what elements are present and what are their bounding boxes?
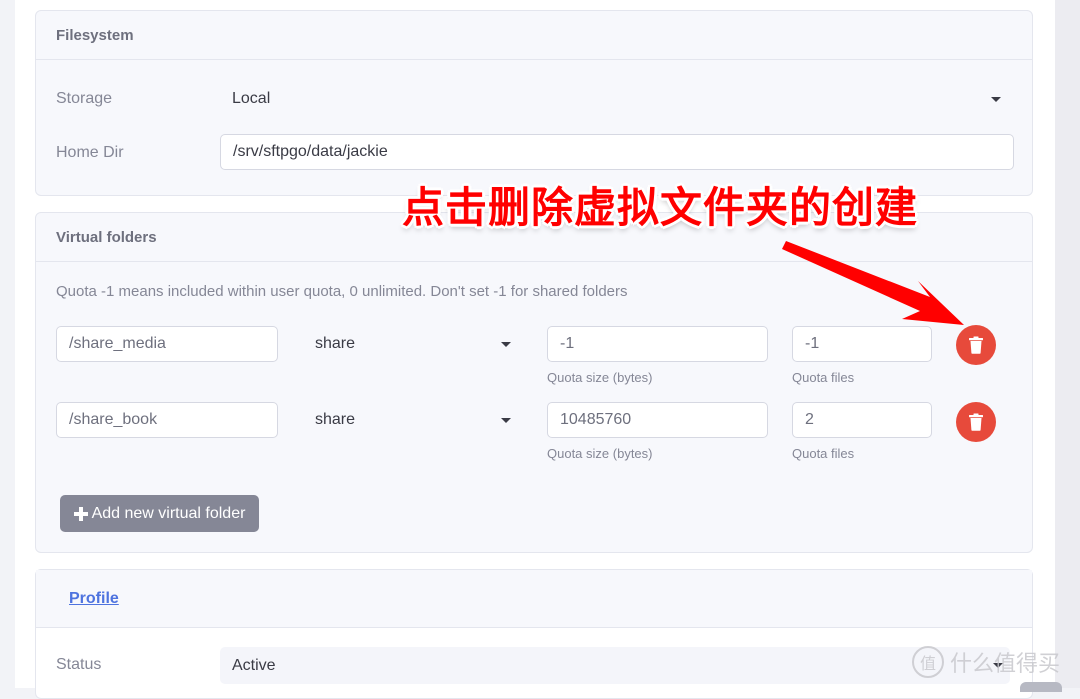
- quota-help-text: Quota -1 means included within user quot…: [56, 283, 628, 300]
- storage-select-value: Local: [232, 90, 271, 107]
- add-virtual-folder-button[interactable]: Add new virtual folder: [60, 495, 259, 532]
- quota-files-value: 2: [805, 411, 814, 428]
- watermark: 值 什么值得买: [912, 646, 1060, 678]
- home-dir-input[interactable]: /srv/sftpgo/data/jackie: [220, 134, 1014, 170]
- virtual-path-input[interactable]: /share_media: [56, 326, 278, 362]
- status-select[interactable]: Active: [220, 647, 1010, 684]
- quota-size-input[interactable]: 10485760: [547, 402, 768, 438]
- folder-select[interactable]: share: [302, 326, 522, 362]
- status-label: Status: [56, 656, 102, 673]
- quota-files-help: Quota files: [792, 370, 855, 385]
- filesystem-card: Filesystem Storage Local Home Dir /srv/s…: [35, 10, 1033, 196]
- scroll-to-top-button[interactable]: [1020, 682, 1062, 692]
- virtual-path-value: /share_media: [69, 335, 166, 352]
- quota-size-value: 10485760: [560, 411, 632, 428]
- quota-size-help: Quota size (bytes): [547, 446, 653, 461]
- profile-link[interactable]: Profile: [69, 590, 119, 608]
- virtual-folders-title: Virtual folders: [56, 228, 157, 246]
- delete-virtual-folder-button[interactable]: [956, 402, 996, 442]
- storage-select[interactable]: Local: [220, 81, 1010, 117]
- quota-size-value: -1: [560, 335, 575, 352]
- virtual-path-value: /share_book: [69, 411, 158, 428]
- home-dir-value: /srv/sftpgo/data/jackie: [233, 143, 388, 160]
- filesystem-card-header: Filesystem: [36, 11, 1032, 60]
- watermark-badge: 值: [912, 646, 944, 678]
- folder-select[interactable]: share: [302, 402, 522, 438]
- trash-icon: [969, 413, 983, 431]
- storage-label: Storage: [56, 90, 113, 107]
- quota-size-input[interactable]: -1: [547, 326, 768, 362]
- add-virtual-folder-label: Add new virtual folder: [91, 504, 246, 522]
- status-select-value: Active: [232, 656, 276, 674]
- quota-files-input[interactable]: 2: [792, 402, 932, 438]
- filesystem-title: Filesystem: [56, 26, 134, 44]
- virtual-path-input[interactable]: /share_book: [56, 402, 278, 438]
- watermark-text: 什么值得买: [950, 652, 1061, 677]
- annotation-arrow-icon: [782, 241, 964, 325]
- annotation-caption: 点击删除虚拟文件夹的创建: [402, 183, 919, 232]
- quota-files-help: Quota files: [792, 446, 855, 461]
- quota-size-help: Quota size (bytes): [547, 370, 653, 385]
- home-dir-label: Home Dir: [56, 144, 124, 161]
- trash-icon: [969, 336, 983, 354]
- profile-card-header: Profile: [36, 570, 1032, 628]
- left-gutter: [0, 0, 15, 688]
- plus-icon: [73, 506, 88, 521]
- folder-select-value: share: [315, 411, 356, 428]
- right-scrollbar-track[interactable]: [1055, 0, 1080, 688]
- folder-select-value: share: [315, 335, 356, 352]
- chevron-down-icon: [501, 418, 511, 423]
- delete-virtual-folder-button[interactable]: [956, 325, 996, 365]
- chevron-down-icon: [991, 97, 1001, 102]
- quota-files-input[interactable]: -1: [792, 326, 932, 362]
- chevron-down-icon: [501, 342, 511, 347]
- quota-files-value: -1: [805, 335, 820, 352]
